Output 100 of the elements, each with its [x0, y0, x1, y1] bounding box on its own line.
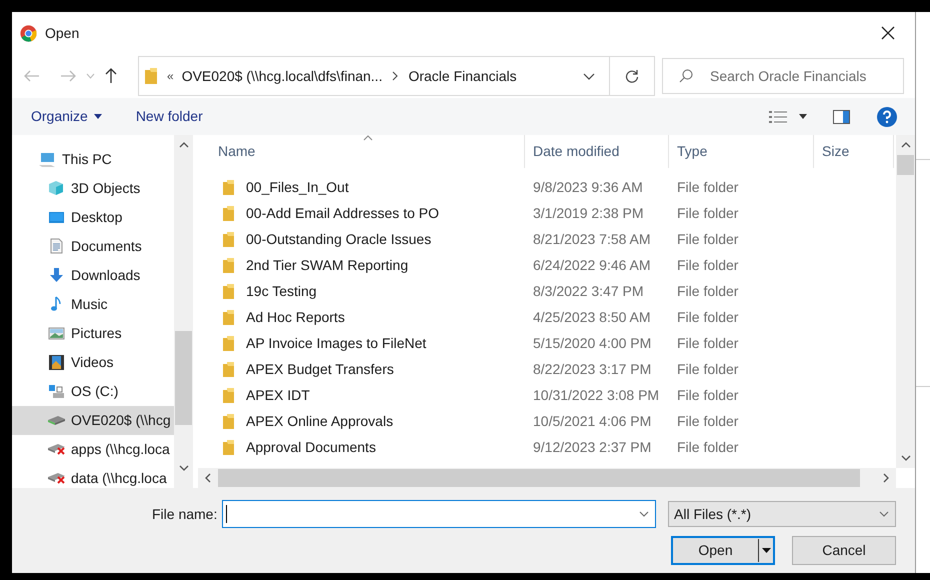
- folder-icon: [223, 440, 234, 454]
- chevron-right-icon[interactable]: [392, 71, 398, 81]
- nav-item[interactable]: Pictures: [12, 319, 174, 348]
- file-name[interactable]: 00-Outstanding Oracle Issues: [246, 228, 432, 250]
- nav-item[interactable]: data (\\hcg.loca: [12, 464, 174, 488]
- new-folder-button[interactable]: New folder: [136, 106, 203, 127]
- date-modified: 9/12/2023 2:37 PM: [533, 438, 652, 454]
- folder-icon: [223, 180, 234, 194]
- nav-item[interactable]: Downloads: [12, 261, 174, 290]
- view-options-icon[interactable]: [769, 110, 788, 124]
- column-header[interactable]: Name: [198, 135, 525, 168]
- file-name-label: File name:: [152, 504, 218, 524]
- scroll-down-icon[interactable]: [900, 455, 911, 461]
- breadcrumb-segment[interactable]: Oracle Financials: [408, 66, 583, 86]
- chevron-down-icon: [879, 511, 889, 517]
- nav-item[interactable]: Desktop: [12, 203, 174, 232]
- folder-icon: [223, 310, 234, 324]
- address-bar[interactable]: « OVE020$ (\\hcg.local\dfs\finan... Oracle Financials: [138, 56, 655, 96]
- folder-icon: [223, 362, 234, 376]
- date-modified: 10/31/2022 3:08 PM: [533, 386, 660, 402]
- browser-logo-icon: [20, 24, 37, 42]
- window-title: Open: [45, 24, 80, 43]
- file-name[interactable]: Approval Documents: [246, 436, 376, 458]
- search-field[interactable]: Search Oracle Financials: [662, 58, 904, 94]
- file-type: File folder: [677, 360, 738, 376]
- date-modified: 8/22/2023 3:17 PM: [533, 360, 652, 376]
- folder-icon: [223, 258, 234, 272]
- folder-icon: [223, 414, 234, 428]
- disconnected-drive-icon: [48, 444, 65, 455]
- folder-icon: [223, 206, 234, 220]
- file-name[interactable]: 19c Testing: [246, 280, 317, 302]
- column-header[interactable]: Type: [669, 135, 814, 168]
- file-type: File folder: [677, 438, 738, 454]
- search-icon: [679, 69, 693, 83]
- caret-down-icon[interactable]: [799, 114, 808, 119]
- help-icon[interactable]: [877, 106, 898, 126]
- document-icon: [48, 238, 65, 255]
- nav-item[interactable]: This PC: [12, 145, 174, 174]
- file-type: File folder: [677, 230, 738, 246]
- file-type: File folder: [677, 204, 738, 220]
- file-name[interactable]: AP Invoice Images to FileNet: [246, 332, 426, 354]
- monitor-icon: [48, 209, 65, 226]
- file-type: File folder: [677, 386, 738, 402]
- refresh-icon[interactable]: [625, 69, 639, 83]
- scroll-up-icon[interactable]: [178, 142, 188, 148]
- scroll-down-icon[interactable]: [178, 465, 188, 471]
- file-name[interactable]: APEX IDT: [246, 384, 310, 406]
- file-type: File folder: [677, 412, 738, 428]
- scroll-left-icon[interactable]: [205, 473, 211, 483]
- cube-icon: [48, 180, 65, 197]
- scrollbar-thumb[interactable]: [897, 155, 914, 175]
- file-name[interactable]: 00_Files_In_Out: [246, 176, 349, 198]
- drive-icon: [48, 383, 65, 400]
- nav-item[interactable]: OS (C:): [12, 377, 174, 406]
- film-strip-icon: [48, 354, 65, 371]
- nav-item[interactable]: 3D Objects: [12, 174, 174, 203]
- date-modified: 6/24/2022 9:46 AM: [533, 256, 651, 272]
- folder-icon: [223, 336, 234, 350]
- network-drive-icon: [48, 416, 65, 425]
- column-header[interactable]: Size: [814, 135, 894, 168]
- folder-icon: [223, 284, 234, 298]
- organize-button[interactable]: Organize: [31, 106, 102, 127]
- date-modified: 5/15/2020 4:00 PM: [533, 334, 652, 350]
- file-name[interactable]: APEX Online Approvals: [246, 410, 394, 432]
- chevron-down-icon[interactable]: [583, 72, 595, 80]
- file-name[interactable]: APEX Budget Transfers: [246, 358, 394, 380]
- date-modified: 8/21/2023 7:58 AM: [533, 230, 651, 246]
- breadcrumb-segment[interactable]: OVE020$ (\\hcg.local\dfs\finan...: [182, 66, 382, 86]
- scroll-up-icon[interactable]: [900, 142, 911, 148]
- nav-item[interactable]: OVE020$ (\\hcg: [12, 406, 174, 435]
- computer-icon: [39, 151, 56, 168]
- cancel-button[interactable]: Cancel: [792, 536, 896, 565]
- column-header[interactable]: Date modified: [525, 135, 669, 168]
- folder-icon: [223, 232, 234, 246]
- nav-item[interactable]: Documents: [12, 232, 174, 261]
- caret-down-icon: [94, 114, 102, 119]
- date-modified: 8/3/2022 3:47 PM: [533, 282, 644, 298]
- nav-item[interactable]: Music: [12, 290, 174, 319]
- nav-item[interactable]: Videos: [12, 348, 174, 377]
- file-name[interactable]: 2nd Tier SWAM Reporting: [246, 254, 408, 276]
- scroll-right-icon[interactable]: [883, 473, 890, 483]
- scrollbar-thumb[interactable]: [175, 331, 192, 425]
- folder-icon: [223, 388, 234, 402]
- file-type: File folder: [677, 308, 738, 324]
- file-type-dropdown[interactable]: All Files (*.*): [668, 501, 896, 527]
- scrollbar-thumb[interactable]: [218, 469, 860, 487]
- file-type: File folder: [677, 178, 738, 194]
- file-name[interactable]: Ad Hoc Reports: [246, 306, 345, 328]
- file-name-field[interactable]: [222, 500, 656, 528]
- landscape-icon: [48, 325, 65, 342]
- nav-item[interactable]: apps (\\hcg.loca: [12, 435, 174, 464]
- chevron-down-icon[interactable]: [639, 511, 649, 517]
- file-name[interactable]: 00-Add Email Addresses to PO: [246, 202, 439, 224]
- overflow-chevron[interactable]: «: [167, 67, 174, 85]
- preview-pane-icon[interactable]: [833, 110, 850, 124]
- folder-icon: [145, 68, 157, 84]
- date-modified: 10/5/2021 4:06 PM: [533, 412, 652, 428]
- date-modified: 4/25/2023 8:50 AM: [533, 308, 651, 324]
- up-arrow-icon[interactable]: [105, 68, 117, 84]
- disconnected-drive-icon: [48, 473, 65, 484]
